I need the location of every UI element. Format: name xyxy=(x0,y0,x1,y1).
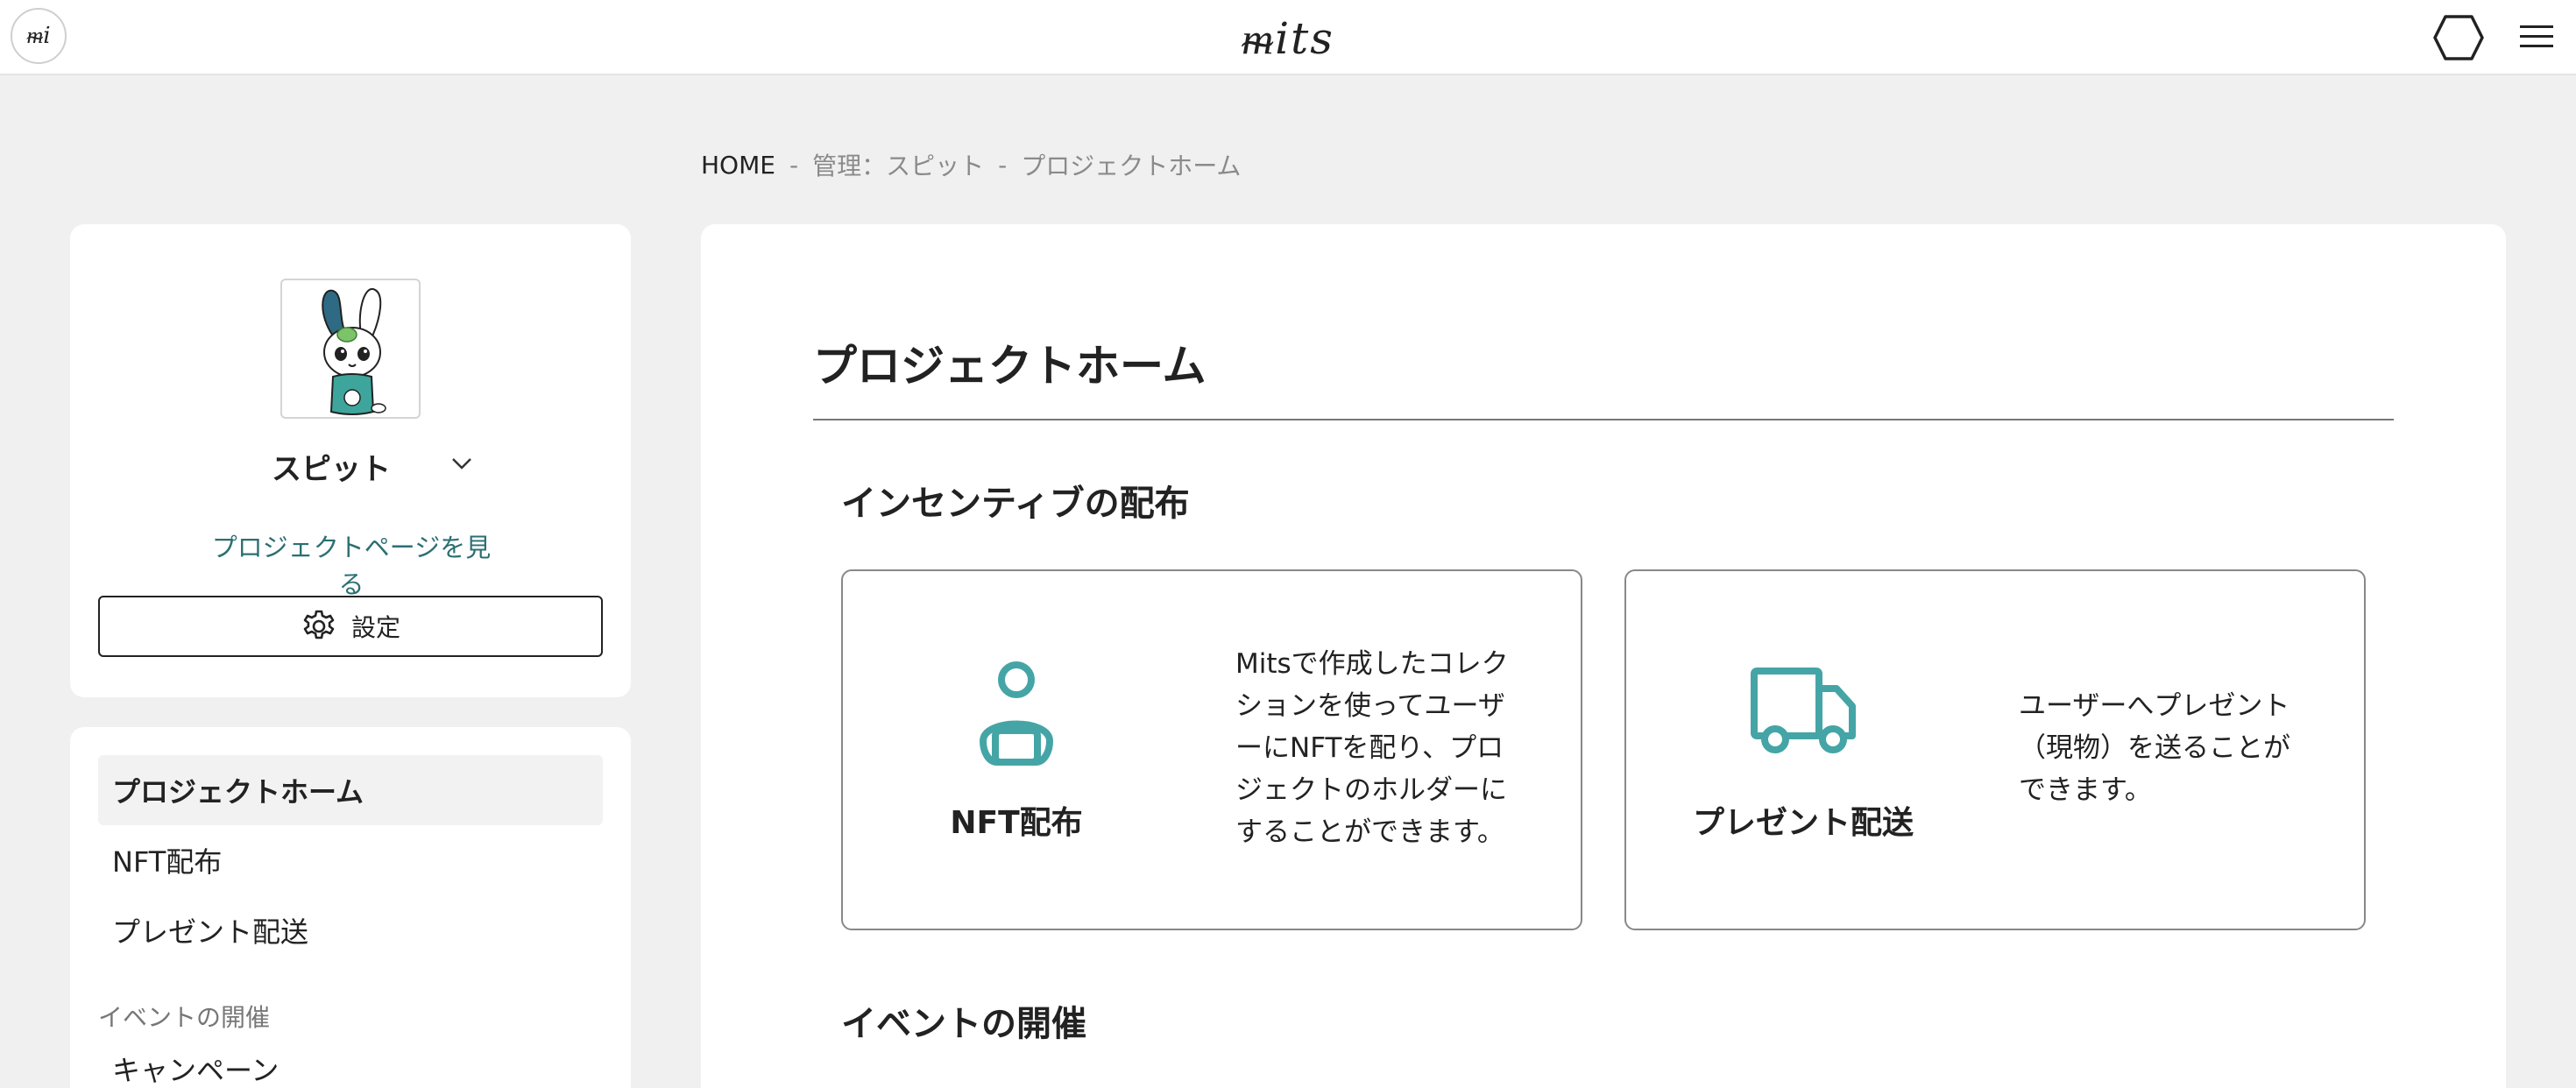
chevron-down-icon[interactable] xyxy=(449,454,475,473)
desc-line: ションを使ってユーザ xyxy=(1235,690,1505,722)
breadcrumb-manage[interactable]: 管理：スピット xyxy=(812,147,984,182)
desc-line: ーにNFTを配り、プロ xyxy=(1235,732,1504,764)
breadcrumb-home[interactable]: HOME xyxy=(701,151,775,180)
breadcrumb: HOME - 管理：スピット - プロジェクトホーム xyxy=(701,147,1241,182)
breadcrumb-current: プロジェクトホーム xyxy=(1021,152,1242,180)
sidebar-item-label: キャンペーン xyxy=(112,1054,280,1087)
desc-line: （現物）を送ることが xyxy=(2019,732,2290,764)
card-description: ユーザーへプレゼント （現物）を送ることが できます。 xyxy=(2019,685,2290,811)
settings-label: 設定 xyxy=(350,613,400,642)
desc-line: することができます。 xyxy=(1235,816,1504,848)
mits-logo[interactable]: ᵯits xyxy=(1227,11,1349,67)
sidebar-item-label: プロジェクトホーム xyxy=(112,775,364,809)
project-name: スピット xyxy=(272,452,391,487)
sidebar-item-label: プレゼント配送 xyxy=(112,915,309,949)
gift-delivery-card[interactable]: プレゼント配送 ユーザーへプレゼント （現物）を送ることが できます。 xyxy=(1624,569,2366,930)
desc-line: ユーザーへプレゼント xyxy=(2019,690,2290,722)
card-label: プレゼント配送 xyxy=(1692,805,1914,841)
nft-distribution-card[interactable]: NFT配布 Mitsで作成したコレク ションを使ってユーザ ーにNFTを配り、プ… xyxy=(841,569,1582,930)
sidebar-item-label: NFT配布 xyxy=(112,845,223,879)
rabbit-mascot-image xyxy=(322,288,386,415)
desc-line: できます。 xyxy=(2019,774,2152,806)
truck-icon xyxy=(1751,668,1856,753)
desc-line: Mitsで作成したコレク xyxy=(1235,648,1509,680)
sidebar-nav: プロジェクトホーム NFT配布 プレゼント配送 イベントの開催 キャンペーン xyxy=(70,727,631,1088)
section-title-event: イベントの開催 xyxy=(841,1004,1086,1044)
hamburger-menu-icon[interactable] xyxy=(2518,21,2555,53)
sidebar-item-project-home[interactable]: プロジェクトホーム xyxy=(98,755,603,825)
title-divider xyxy=(813,419,2394,420)
mini-logo-text: ᵯi xyxy=(26,23,51,49)
logo-text: ᵯits xyxy=(1242,13,1334,64)
breadcrumb-separator: - xyxy=(789,150,799,180)
top-header: ᵯi ᵯits xyxy=(0,0,2576,75)
desc-line: ジェクトのホルダーに xyxy=(1235,774,1507,806)
sidebar-item-nft-distribution[interactable]: NFT配布 xyxy=(98,825,603,895)
settings-button[interactable]: 設定 xyxy=(98,596,603,657)
sidebar-section-event: イベントの開催 xyxy=(98,1003,271,1032)
sidebar-item-gift-delivery[interactable]: プレゼント配送 xyxy=(98,895,603,965)
card-description: Mitsで作成したコレク ションを使ってユーザ ーにNFTを配り、プロ ジェクト… xyxy=(1235,643,1509,853)
mits-avatar-logo[interactable]: ᵯi xyxy=(11,8,67,64)
gear-icon xyxy=(303,610,335,639)
project-avatar xyxy=(280,279,421,419)
main-content: プロジェクトホーム インセンティブの配布 NFT配布 Mitsで作成したコレク … xyxy=(701,224,2506,1088)
hexagon-icon[interactable] xyxy=(2432,14,2485,61)
project-card: スピット プロジェクトページを見る 設定 xyxy=(70,224,631,697)
user-icon xyxy=(980,661,1053,766)
card-label: NFT配布 xyxy=(950,805,1083,841)
breadcrumb-separator: - xyxy=(998,150,1008,180)
sidebar-item-campaign[interactable]: キャンペーン xyxy=(98,1034,603,1088)
page-title: プロジェクトホーム xyxy=(813,341,1207,392)
section-title-incentive: インセンティブの配布 xyxy=(841,484,1190,524)
